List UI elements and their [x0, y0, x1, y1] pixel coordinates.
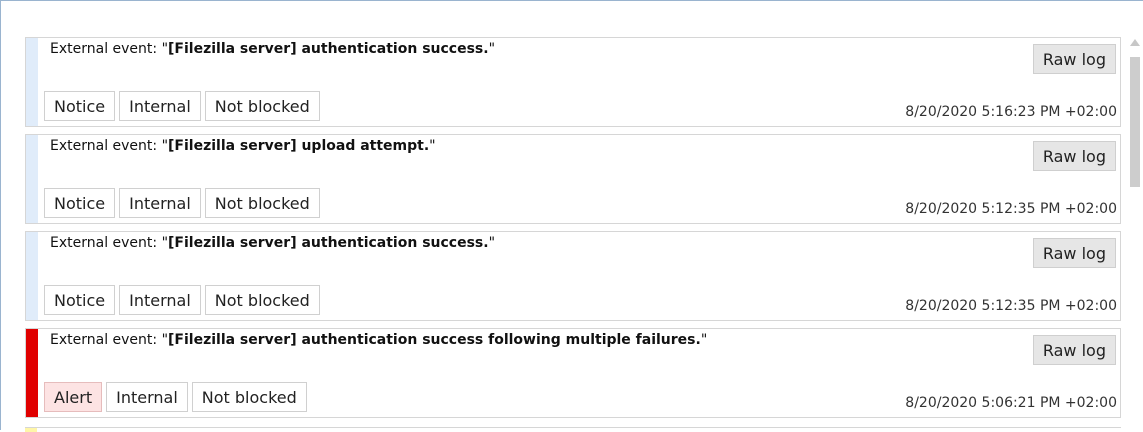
event-entry[interactable]: External event: "[Filezilla server] auth…: [25, 37, 1121, 127]
event-entry[interactable]: [25, 427, 1121, 432]
origin-tag: Internal: [119, 91, 201, 121]
severity-tag: Notice: [44, 188, 116, 218]
origin-tag: Internal: [119, 188, 201, 218]
event-message-prefix: External event: ": [50, 41, 169, 57]
raw-log-button[interactable]: Raw log: [1032, 141, 1116, 171]
severity-tag: Notice: [44, 91, 116, 121]
event-entry[interactable]: External event: "[Filezilla server] auth…: [25, 231, 1121, 321]
event-timestamp: 8/20/2020 5:16:23 PM +02:00: [905, 104, 1117, 120]
event-message-suffix: ": [488, 41, 496, 57]
blocked-status-tag: Not blocked: [204, 91, 320, 121]
blocked-status-tag: Not blocked: [204, 188, 320, 218]
scrollbar-thumb[interactable]: [1130, 57, 1140, 187]
blocked-status-tag: Not blocked: [204, 285, 320, 315]
event-message-suffix: ": [429, 138, 436, 154]
event-message-suffix: ": [700, 332, 708, 348]
origin-tag: Internal: [106, 382, 188, 412]
event-message: External event: "[Filezilla server] auth…: [50, 41, 495, 57]
severity-indicator: [26, 135, 38, 223]
severity-tag: Alert: [44, 382, 103, 412]
event-message-prefix: External event: ": [50, 235, 169, 251]
severity-indicator: [26, 232, 38, 320]
event-message-text: [Filezilla server] authentication succes…: [168, 41, 489, 57]
event-tags: Alert Internal Not blocked: [44, 382, 307, 412]
event-log-panel: External event: "[Filezilla server] auth…: [0, 0, 1143, 432]
raw-log-button[interactable]: Raw log: [1032, 335, 1116, 365]
event-message-prefix: External event: ": [50, 138, 169, 154]
event-tags: Notice Internal Not blocked: [44, 188, 320, 218]
severity-indicator: [25, 428, 37, 432]
event-timestamp: 8/20/2020 5:12:35 PM +02:00: [905, 201, 1117, 217]
scroll-up-arrow-icon[interactable]: [1130, 39, 1140, 46]
blocked-status-tag: Not blocked: [191, 382, 307, 412]
event-tags: Notice Internal Not blocked: [44, 285, 320, 315]
severity-indicator: [26, 329, 38, 417]
origin-tag: Internal: [119, 285, 201, 315]
event-entry[interactable]: External event: "[Filezilla server] uplo…: [25, 134, 1121, 224]
severity-indicator: [26, 38, 38, 126]
raw-log-button[interactable]: Raw log: [1032, 238, 1116, 268]
event-message-text: [Filezilla server] upload attempt.: [168, 138, 430, 154]
event-timestamp: 8/20/2020 5:06:21 PM +02:00: [905, 395, 1117, 411]
event-timestamp: 8/20/2020 5:12:35 PM +02:00: [905, 298, 1117, 314]
event-entry[interactable]: External event: "[Filezilla server] auth…: [25, 328, 1121, 418]
raw-log-button[interactable]: Raw log: [1032, 44, 1116, 74]
event-message-suffix: ": [488, 235, 496, 251]
event-message: External event: "[Filezilla server] auth…: [50, 332, 707, 348]
event-message-text: [Filezilla server] authentication succes…: [168, 235, 489, 251]
vertical-scrollbar[interactable]: [1127, 37, 1143, 431]
event-message-prefix: External event: ": [50, 332, 169, 348]
event-message: External event: "[Filezilla server] auth…: [50, 235, 495, 251]
event-list: External event: "[Filezilla server] auth…: [25, 37, 1121, 425]
event-message: External event: "[Filezilla server] uplo…: [50, 138, 436, 154]
event-tags: Notice Internal Not blocked: [44, 91, 320, 121]
severity-tag: Notice: [44, 285, 116, 315]
event-message-text: [Filezilla server] authentication succes…: [168, 332, 701, 348]
